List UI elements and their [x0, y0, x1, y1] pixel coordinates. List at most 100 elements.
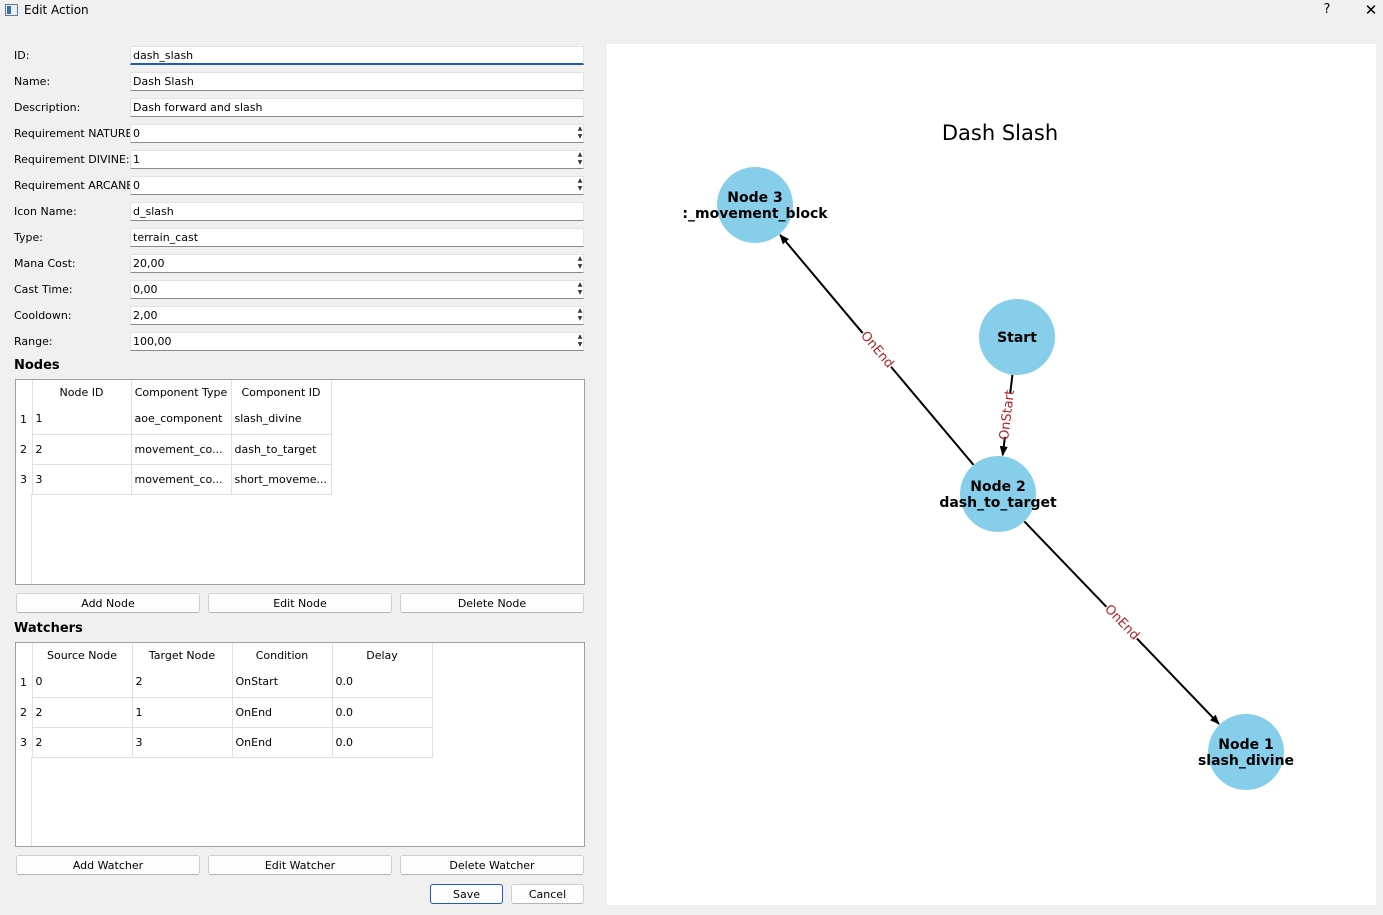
graph-edge-label: OnEnd — [1101, 602, 1142, 644]
table-row[interactable]: 3 3 movement_co... short_moveme... — [16, 464, 332, 495]
table-cell[interactable]: 0.0 — [332, 727, 433, 758]
spin-up-icon[interactable]: ▲ — [574, 281, 586, 289]
spin-down-icon[interactable]: ▼ — [574, 341, 586, 349]
watchers-section-title: Watchers — [14, 621, 83, 636]
row-number[interactable]: 1 — [16, 667, 33, 697]
table-cell[interactable]: 3 — [132, 727, 233, 758]
spin-up-icon[interactable]: ▲ — [574, 125, 586, 133]
req-arcane-spinbox[interactable]: 0 — [130, 176, 584, 195]
column-header-component-type[interactable]: Component Type — [131, 380, 232, 404]
delete-watcher-button[interactable]: Delete Watcher — [400, 855, 584, 875]
add-node-button[interactable]: Add Node — [16, 593, 200, 613]
spin-down-icon[interactable]: ▼ — [574, 159, 586, 167]
range-spinbox[interactable]: 100,00 — [130, 332, 584, 351]
table-row[interactable]: 1 1 aoe_component slash_divine — [16, 404, 332, 435]
graph-node-label: Start — [997, 330, 1037, 346]
spin-arrows[interactable]: ▲ ▼ — [574, 307, 586, 323]
row-number[interactable]: 3 — [16, 727, 33, 757]
spin-up-icon[interactable]: ▲ — [574, 255, 586, 263]
row-number[interactable]: 2 — [16, 697, 33, 727]
graph-view: Dash Slash OnStart OnEnd OnEnd Start Node 3… — [607, 44, 1376, 905]
table-cell[interactable]: 0.0 — [332, 697, 433, 728]
graph-node-label: Node 1 — [1218, 737, 1273, 753]
close-button[interactable]: ✕ — [1360, 0, 1382, 20]
edit-watcher-button[interactable]: Edit Watcher — [208, 855, 392, 875]
column-header-source-node[interactable]: Source Node — [32, 643, 133, 667]
table-cell[interactable]: 0 — [32, 667, 133, 698]
table-cell[interactable]: OnEnd — [232, 697, 333, 728]
table-cell[interactable]: movement_co... — [131, 434, 232, 465]
table-cell[interactable]: OnEnd — [232, 727, 333, 758]
spin-up-icon[interactable]: ▲ — [574, 151, 586, 159]
table-cell[interactable]: 2 — [132, 667, 233, 698]
save-button[interactable]: Save — [430, 884, 503, 904]
cancel-button[interactable]: Cancel — [511, 884, 584, 904]
id-input[interactable]: dash_slash — [130, 46, 584, 65]
type-input[interactable]: terrain_cast — [130, 228, 584, 247]
table-cell[interactable]: 0.0 — [332, 667, 433, 698]
spin-up-icon[interactable]: ▲ — [574, 177, 586, 185]
watchers-table[interactable]: Source Node Target Node Condition Delay … — [15, 642, 585, 847]
table-row[interactable]: 2 2 movement_co... dash_to_target — [16, 434, 332, 465]
table-cell[interactable]: 2 — [32, 697, 133, 728]
cast-time-label: Cast Time: — [14, 283, 73, 296]
graph-node-sublabel: dash_to_target — [939, 495, 1057, 511]
spin-down-icon[interactable]: ▼ — [574, 133, 586, 141]
app-window-icon — [5, 4, 18, 16]
name-input[interactable]: Dash Slash — [130, 72, 584, 91]
column-header-node-id[interactable]: Node ID — [32, 380, 132, 404]
column-header-target-node[interactable]: Target Node — [132, 643, 233, 667]
column-header-condition[interactable]: Condition — [232, 643, 333, 667]
icon-name-input[interactable]: d_slash — [130, 202, 584, 221]
mana-cost-spinbox[interactable]: 20,00 — [130, 254, 584, 273]
table-row[interactable]: 3 2 3 OnEnd 0.0 — [16, 727, 433, 758]
spin-down-icon[interactable]: ▼ — [574, 263, 586, 271]
graph-node-label: Node 3 — [727, 190, 782, 206]
nodes-table[interactable]: Node ID Component Type Component ID 1 1 ao… — [15, 379, 585, 585]
req-nature-spinbox[interactable]: 0 — [130, 124, 584, 143]
description-input[interactable]: Dash forward and slash — [130, 98, 584, 117]
table-row[interactable]: 2 2 1 OnEnd 0.0 — [16, 697, 433, 728]
table-cell[interactable]: aoe_component — [131, 404, 232, 435]
help-button[interactable]: ? — [1316, 0, 1338, 20]
spin-arrows[interactable]: ▲ ▼ — [574, 255, 586, 271]
table-cell[interactable]: 2 — [32, 727, 133, 758]
row-number[interactable]: 2 — [16, 434, 33, 464]
column-header-delay[interactable]: Delay — [332, 643, 433, 667]
spin-up-icon[interactable]: ▲ — [574, 333, 586, 341]
table-cell[interactable]: OnStart — [232, 667, 333, 698]
name-label: Name: — [14, 75, 51, 88]
spin-arrows[interactable]: ▲ ▼ — [574, 151, 586, 167]
table-cell[interactable]: 1 — [132, 697, 233, 728]
graph-edge-arrow — [1136, 637, 1220, 725]
table-cell[interactable]: 1 — [32, 404, 132, 435]
spin-arrows[interactable]: ▲ ▼ — [574, 177, 586, 193]
table-cell[interactable]: short_moveme... — [231, 464, 332, 495]
spin-up-icon[interactable]: ▲ — [574, 307, 586, 315]
form-row-description: Description: Dash forward and slash — [14, 98, 586, 118]
cast-time-spinbox[interactable]: 0,00 — [130, 280, 584, 299]
table-cell[interactable]: 2 — [32, 434, 132, 465]
table-cell[interactable]: movement_co... — [131, 464, 232, 495]
spin-arrows[interactable]: ▲ ▼ — [574, 125, 586, 141]
table-cell[interactable]: 3 — [32, 464, 132, 495]
spin-arrows[interactable]: ▲ ▼ — [574, 333, 586, 349]
cooldown-spinbox[interactable]: 2,00 — [130, 306, 584, 325]
edit-node-button[interactable]: Edit Node — [208, 593, 392, 613]
add-watcher-button[interactable]: Add Watcher — [16, 855, 200, 875]
spin-down-icon[interactable]: ▼ — [574, 315, 586, 323]
table-row[interactable]: 1 0 2 OnStart 0.0 — [16, 667, 433, 698]
req-divine-spinbox[interactable]: 1 — [130, 150, 584, 169]
spin-down-icon[interactable]: ▼ — [574, 289, 586, 297]
delete-node-button[interactable]: Delete Node — [400, 593, 584, 613]
table-cell[interactable]: slash_divine — [231, 404, 332, 435]
nodes-section-title: Nodes — [14, 358, 60, 373]
spin-down-icon[interactable]: ▼ — [574, 185, 586, 193]
row-number[interactable]: 3 — [16, 464, 33, 494]
table-cell[interactable]: dash_to_target — [231, 434, 332, 465]
column-header-component-id[interactable]: Component ID — [231, 380, 332, 404]
spin-arrows[interactable]: ▲ ▼ — [574, 281, 586, 297]
form-row-mana-cost: Mana Cost: 20,00 ▲ ▼ — [14, 254, 586, 274]
graph-node-label: Node 2 — [970, 479, 1025, 495]
row-number[interactable]: 1 — [16, 404, 33, 434]
